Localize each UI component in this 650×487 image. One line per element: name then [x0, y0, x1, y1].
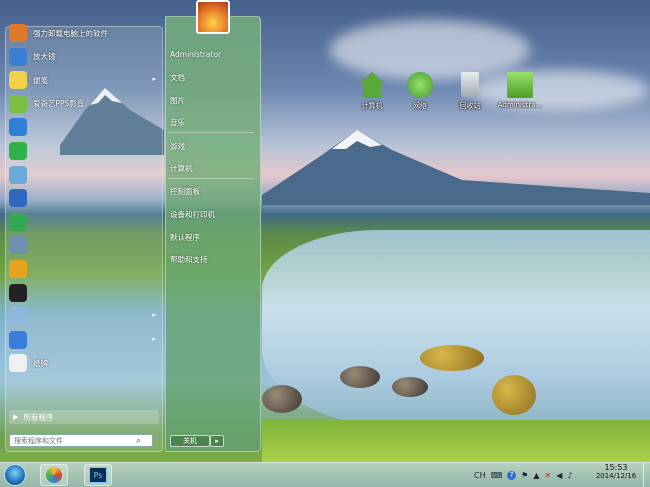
start-menu-app-item[interactable]: 爱奇艺PPS影音 [9, 93, 159, 115]
start-menu-app-item[interactable] [9, 211, 159, 233]
sound-icon[interactable]: ♪ [567, 471, 572, 480]
recycle-bin-icon [461, 72, 479, 98]
start-menu-place-item[interactable]: 设备和打印机 [170, 209, 215, 220]
network-icon[interactable]: ▲ [533, 471, 539, 480]
start-menu-place-item[interactable]: 控制面板 [170, 186, 200, 197]
start-menu-app-item[interactable] [9, 164, 159, 186]
calculator-icon [9, 236, 27, 255]
add-program-icon [9, 212, 27, 231]
document-icon [9, 307, 27, 326]
start-menu-app-item[interactable] [9, 140, 159, 162]
cmd-icon [9, 283, 27, 302]
start-menu-place-item[interactable]: 游戏 [170, 141, 185, 152]
ie-browser-icon [9, 118, 27, 137]
desktop-icon-recycle-bin[interactable]: 回收站 [446, 72, 494, 111]
solitaire-icon [9, 354, 27, 373]
notepad-icon [9, 165, 27, 184]
desktop-icon-label: 网络 [413, 102, 427, 110]
submenu-arrow-icon[interactable]: ▸ [152, 75, 156, 83]
show-desktop-button[interactable] [643, 463, 650, 487]
language-indicator[interactable]: CH [474, 471, 486, 480]
start-menu-app-item[interactable]: 强力卸载电脑上的软件 [9, 22, 159, 44]
sogou-icon [9, 189, 27, 208]
sticky-note-icon [9, 71, 27, 90]
desktop-icon-label: Administra... [497, 101, 543, 109]
start-menu-app-item[interactable]: 便笺 ▸ [9, 69, 159, 91]
start-menu-app-item[interactable] [9, 116, 159, 138]
shutdown-button[interactable]: 关机 [170, 435, 210, 447]
start-orb-button[interactable] [4, 464, 26, 486]
user-avatar-icon[interactable] [196, 0, 230, 34]
flag-icon[interactable]: ⚑ [521, 471, 528, 480]
chrome-icon [9, 260, 27, 278]
start-menu-app-item[interactable] [9, 234, 159, 256]
desktop-icon-label: 计算机 [361, 102, 383, 110]
pps-player-icon [9, 94, 27, 113]
shutdown-options-button[interactable]: ▸ [210, 435, 224, 447]
clock-time: 15:53 [604, 463, 628, 472]
desktop-icon-computer[interactable]: 计算机 [348, 72, 396, 111]
app-item-label: 爱奇艺PPS影音 [33, 99, 85, 109]
clock-date: 2014/12/16 [595, 472, 637, 480]
remote-desktop-icon [9, 330, 27, 349]
start-menu-place-item[interactable]: 文档 [170, 72, 185, 83]
system-tray: CH ⌨ ? ⚑ ▲ ✕ ◀ ♪ [474, 464, 572, 486]
submenu-arrow-icon[interactable]: ▸ [152, 311, 156, 319]
wallpaper-rock [340, 366, 380, 388]
start-menu-app-item[interactable]: ▸ [9, 329, 159, 351]
start-menu-app-item[interactable] [9, 187, 159, 209]
start-menu-place-item[interactable]: 图片 [170, 95, 185, 106]
wallpaper-rock [420, 345, 484, 371]
search-icon[interactable]: ⌕ [136, 436, 141, 446]
wallpaper-grass [262, 420, 650, 462]
start-menu-place-item[interactable]: 音乐 [170, 117, 185, 128]
start-menu-place-item[interactable]: 计算机 [170, 163, 193, 174]
computer-icon [359, 72, 385, 98]
taskbar-clock[interactable]: 15:53 2014/12/16 [592, 463, 640, 480]
wallpaper-cloud [330, 20, 530, 80]
wallpaper-rock [392, 377, 428, 397]
app-item-label: 强力卸载电脑上的软件 [33, 28, 108, 38]
user-folder-icon [507, 72, 533, 98]
start-menu-place-item[interactable]: Administrator [170, 50, 221, 59]
x-icon[interactable]: ✕ [544, 471, 551, 480]
desktop-icon-network[interactable]: 网络 [396, 72, 444, 111]
start-menu-place-item[interactable]: 默认程序 [170, 232, 200, 243]
wallpaper-mountain [262, 130, 650, 205]
help-icon[interactable]: ? [507, 470, 517, 480]
speaker-icon[interactable]: ◀ [556, 471, 562, 480]
desktop-icon-user-folder[interactable]: Administra... [496, 72, 544, 109]
uninstall-icon [9, 24, 27, 42]
taskbar-photoshop-button[interactable]: Ps [84, 464, 112, 486]
search-input[interactable] [10, 436, 136, 445]
taskbar-paint-button[interactable] [40, 464, 68, 486]
start-menu-app-item[interactable]: 放大镜 [9, 46, 159, 68]
menu-divider [168, 132, 254, 133]
start-menu-place-item[interactable]: 帮助和支持 [170, 254, 208, 265]
start-menu-app-item[interactable] [9, 282, 159, 304]
paint-icon [46, 467, 62, 483]
app-item-label: 便笺 [33, 75, 48, 85]
submenu-arrow-icon[interactable]: ▸ [152, 335, 156, 343]
app-item-label: 纸牌 [33, 358, 48, 368]
app-item-label: 放大镜 [33, 52, 56, 62]
start-menu-app-item[interactable] [9, 258, 159, 280]
wallpaper-rock [492, 375, 536, 415]
wallpaper-rock [262, 385, 302, 413]
wallpaper-stream [262, 230, 650, 430]
all-programs-label: 所有程序 [23, 412, 54, 422]
start-menu-app-item[interactable]: 纸牌 [9, 352, 159, 374]
photoshop-icon: Ps [89, 467, 107, 483]
magnifier-icon [9, 47, 27, 66]
all-programs-button[interactable]: ▶ 所有程序 [9, 410, 159, 424]
start-menu-app-item[interactable]: ▸ [9, 305, 159, 327]
keyboard-icon[interactable]: ⌨ [491, 471, 503, 480]
start-search-box[interactable]: ⌕ [9, 434, 153, 447]
play-triangle-icon: ▶ [13, 413, 19, 421]
menu-divider [168, 178, 254, 179]
desktop-icon-label: 回收站 [459, 102, 481, 110]
network-globe-icon [407, 72, 433, 98]
360-browser-icon [9, 142, 27, 160]
